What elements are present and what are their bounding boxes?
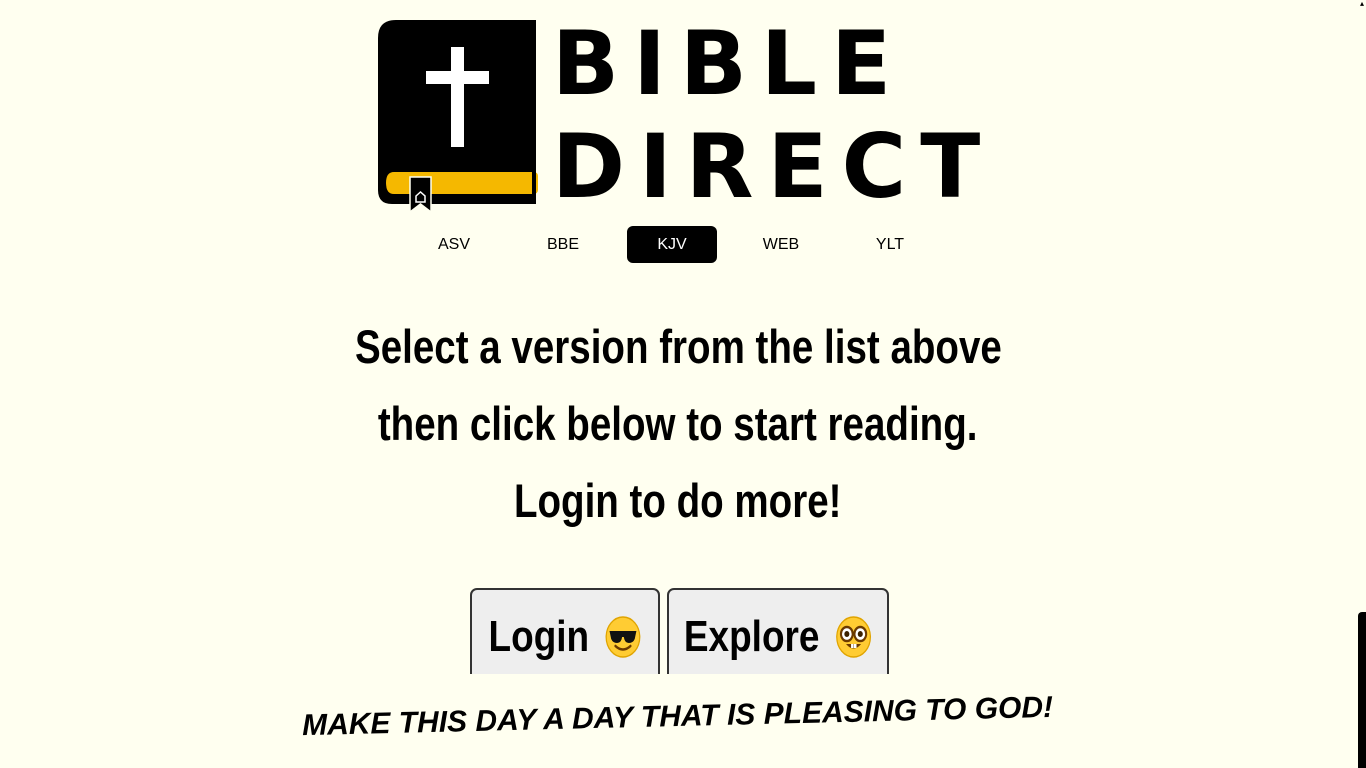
- page: BIBLE DIRECT ASV BBE KJV WEB YLT Select …: [0, 0, 1366, 768]
- footer-message-text: MAKE THIS DAY A DAY THAT IS PLEASING TO …: [302, 690, 1054, 743]
- headline-line-1: Select a version from the list above: [354, 320, 1002, 373]
- explore-button[interactable]: Explore: [667, 588, 889, 674]
- bible-book-cross-icon: [378, 20, 538, 214]
- action-buttons: Login Explore: [470, 588, 889, 674]
- explore-button-label: Explore: [684, 612, 820, 661]
- login-button-label: Login: [488, 612, 590, 661]
- version-tab-ylt[interactable]: YLT: [845, 226, 935, 263]
- footer-message: MAKE THIS DAY A DAY THAT IS PLEASING TO …: [0, 691, 1356, 742]
- headline-line-2: then click below to start reading.: [378, 397, 978, 450]
- version-tab-asv[interactable]: ASV: [409, 226, 499, 263]
- scrollbar[interactable]: ▴: [1358, 0, 1366, 768]
- logo-line-1: BIBLE: [552, 14, 905, 115]
- scroll-up-icon[interactable]: ▴: [1358, 0, 1366, 8]
- logo-line-2: DIRECT: [552, 115, 992, 218]
- version-tab-bbe[interactable]: BBE: [518, 226, 608, 263]
- headline-line-3: Login to do more!: [514, 474, 842, 527]
- instructions-headline: Select a version from the list above the…: [0, 308, 1356, 539]
- version-selector: ASV BBE KJV WEB YLT: [409, 226, 951, 263]
- site-logo[interactable]: BIBLE DIRECT: [372, 14, 992, 218]
- version-tab-web[interactable]: WEB: [736, 226, 826, 263]
- scrollbar-thumb[interactable]: [1358, 612, 1366, 768]
- nerd-face-icon: [836, 616, 871, 658]
- version-tab-kjv[interactable]: KJV: [627, 226, 717, 263]
- login-button[interactable]: Login: [470, 588, 660, 674]
- sunglasses-face-icon: [605, 616, 641, 658]
